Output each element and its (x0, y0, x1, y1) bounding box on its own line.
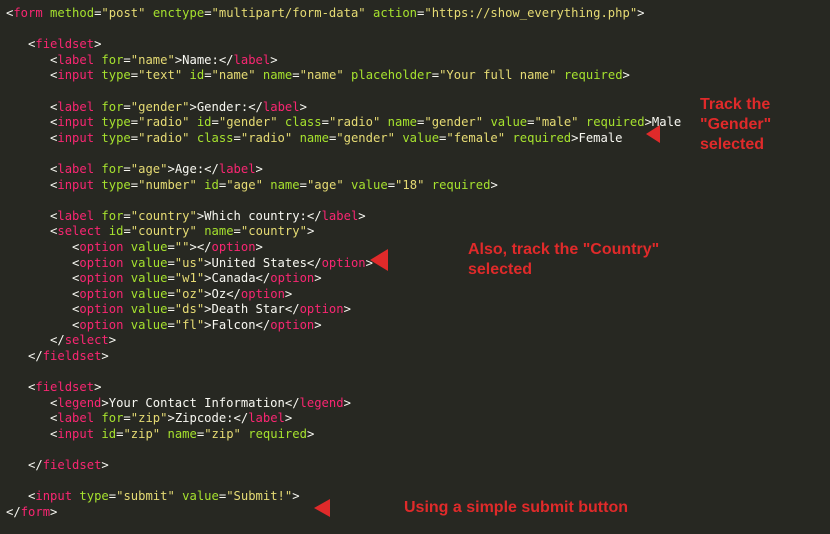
option-3-text: Oz (212, 287, 227, 301)
option-2-text: Canada (212, 271, 256, 285)
label-gender-text: Gender: (197, 100, 248, 114)
radio-female-text: Female (578, 131, 622, 145)
option-1-text: United States (212, 256, 307, 270)
option-4-text: Death Star (212, 302, 285, 316)
legend-text: Your Contact Information (109, 396, 285, 410)
label-age-text: Age: (175, 162, 204, 176)
attr-method: post (109, 6, 138, 20)
label-zip-text: Zipcode: (175, 411, 234, 425)
attr-enctype: multipart/form-data (219, 6, 358, 20)
attr-action: https://show_everything.php (432, 6, 630, 20)
option-5-text: Falcon (212, 318, 256, 332)
label-country-text: Which country: (204, 209, 307, 223)
radio-male-text: Male (652, 115, 681, 129)
label-name-text: Name: (182, 53, 219, 67)
code-block: <form method="post" enctype="multipart/f… (0, 0, 830, 527)
